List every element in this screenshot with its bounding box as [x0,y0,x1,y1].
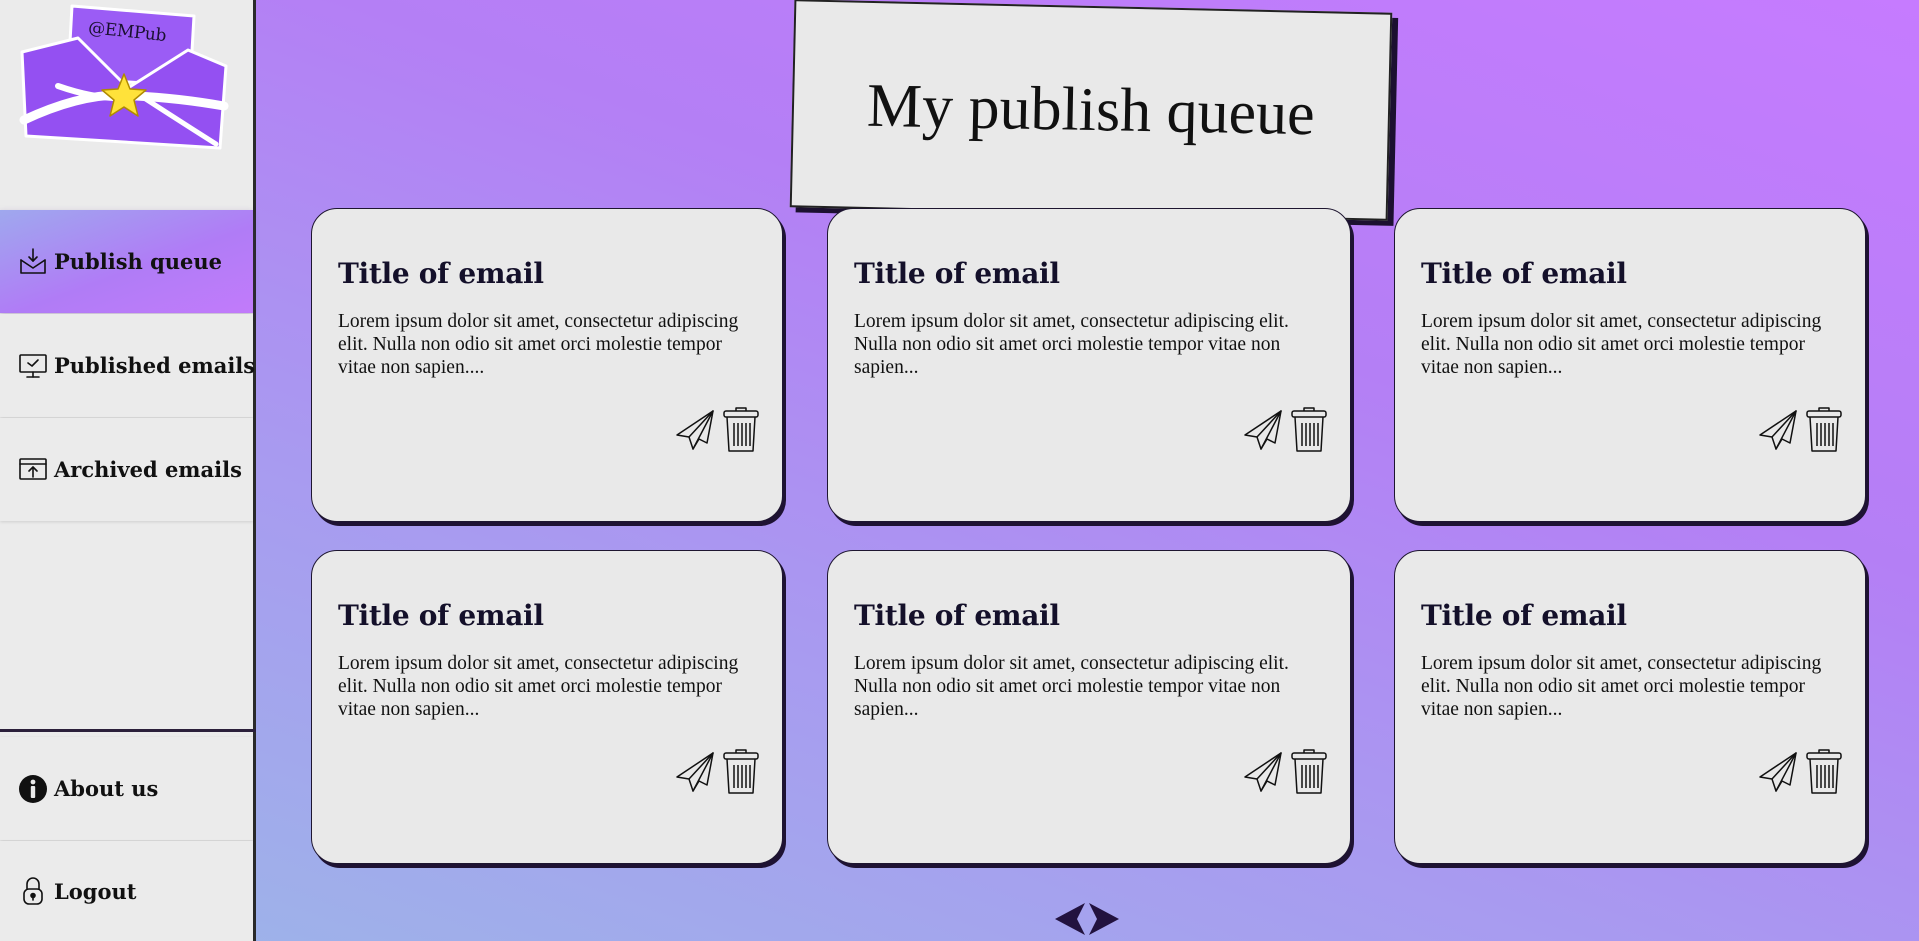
trash-icon[interactable] [720,407,762,453]
trash-icon[interactable] [1288,749,1330,795]
email-card[interactable]: Title of email Lorem ipsum dolor sit ame… [827,550,1351,864]
sidebar-item-label: About us [54,776,159,801]
email-title: Title of email [1421,599,1627,632]
lock-icon [18,876,48,906]
sidebar-item-logout[interactable]: Logout [0,841,253,941]
email-preview: Lorem ipsum dolor sit amet, consectetur … [854,311,1289,378]
email-preview: Lorem ipsum dolor sit amet, consectetur … [1421,311,1822,378]
email-card[interactable]: Title of email Lorem ipsum dolor sit ame… [827,208,1351,522]
monitor-check-icon [18,351,48,381]
app-logo[interactable]: @EMPub [18,0,230,160]
sidebar-item-publish-queue[interactable]: Publish queue [0,210,253,313]
email-title: Title of email [854,257,1060,290]
sidebar: @EMPub Publish queue Published emails Ar… [0,0,256,941]
card-actions [1242,407,1330,453]
trash-icon[interactable] [720,749,762,795]
email-preview: Lorem ipsum dolor sit amet, consectetur … [1421,653,1822,720]
email-preview: Lorem ipsum dolor sit amet, consectetur … [854,653,1289,720]
chevron-left-icon[interactable] [1053,900,1087,938]
paper-plane-icon[interactable] [1757,407,1799,453]
card-actions [674,749,762,795]
archive-upload-icon [18,455,48,485]
email-preview: Lorem ipsum dolor sit amet, consectetur … [338,653,739,720]
sidebar-item-label: Archived emails [54,457,242,482]
sidebar-item-label: Publish queue [54,249,223,274]
trash-icon[interactable] [1803,749,1845,795]
pagination [1053,900,1121,938]
paper-plane-icon[interactable] [674,407,716,453]
trash-icon[interactable] [1803,407,1845,453]
sidebar-item-about-us[interactable]: About us [0,737,253,840]
paper-plane-icon[interactable] [1242,749,1284,795]
sidebar-item-label: Published emails [54,353,256,378]
page-title: My publish queue [866,71,1316,148]
card-actions [1757,407,1845,453]
chevron-right-icon[interactable] [1087,900,1121,938]
email-card[interactable]: Title of email Lorem ipsum dolor sit ame… [311,550,783,864]
email-preview: Lorem ipsum dolor sit amet, consectetur … [338,311,739,378]
page-title-card: My publish queue [789,0,1393,221]
card-actions [1242,749,1330,795]
sidebar-divider [0,729,256,732]
card-actions [1757,749,1845,795]
paper-plane-icon[interactable] [1242,407,1284,453]
sidebar-item-published-emails[interactable]: Published emails [0,314,256,417]
sidebar-item-label: Logout [54,878,137,904]
email-title: Title of email [338,599,544,632]
email-title: Title of email [338,257,544,290]
email-title: Title of email [1421,257,1627,290]
inbox-download-icon [18,247,48,277]
paper-plane-icon[interactable] [1757,749,1799,795]
paper-plane-icon[interactable] [674,749,716,795]
trash-icon[interactable] [1288,407,1330,453]
sidebar-item-archived-emails[interactable]: Archived emails [0,418,253,521]
email-card[interactable]: Title of email Lorem ipsum dolor sit ame… [1394,208,1866,522]
email-title: Title of email [854,599,1060,632]
email-card[interactable]: Title of email Lorem ipsum dolor sit ame… [311,208,783,522]
email-card[interactable]: Title of email Lorem ipsum dolor sit ame… [1394,550,1866,864]
card-actions [674,407,762,453]
info-icon [18,774,48,804]
